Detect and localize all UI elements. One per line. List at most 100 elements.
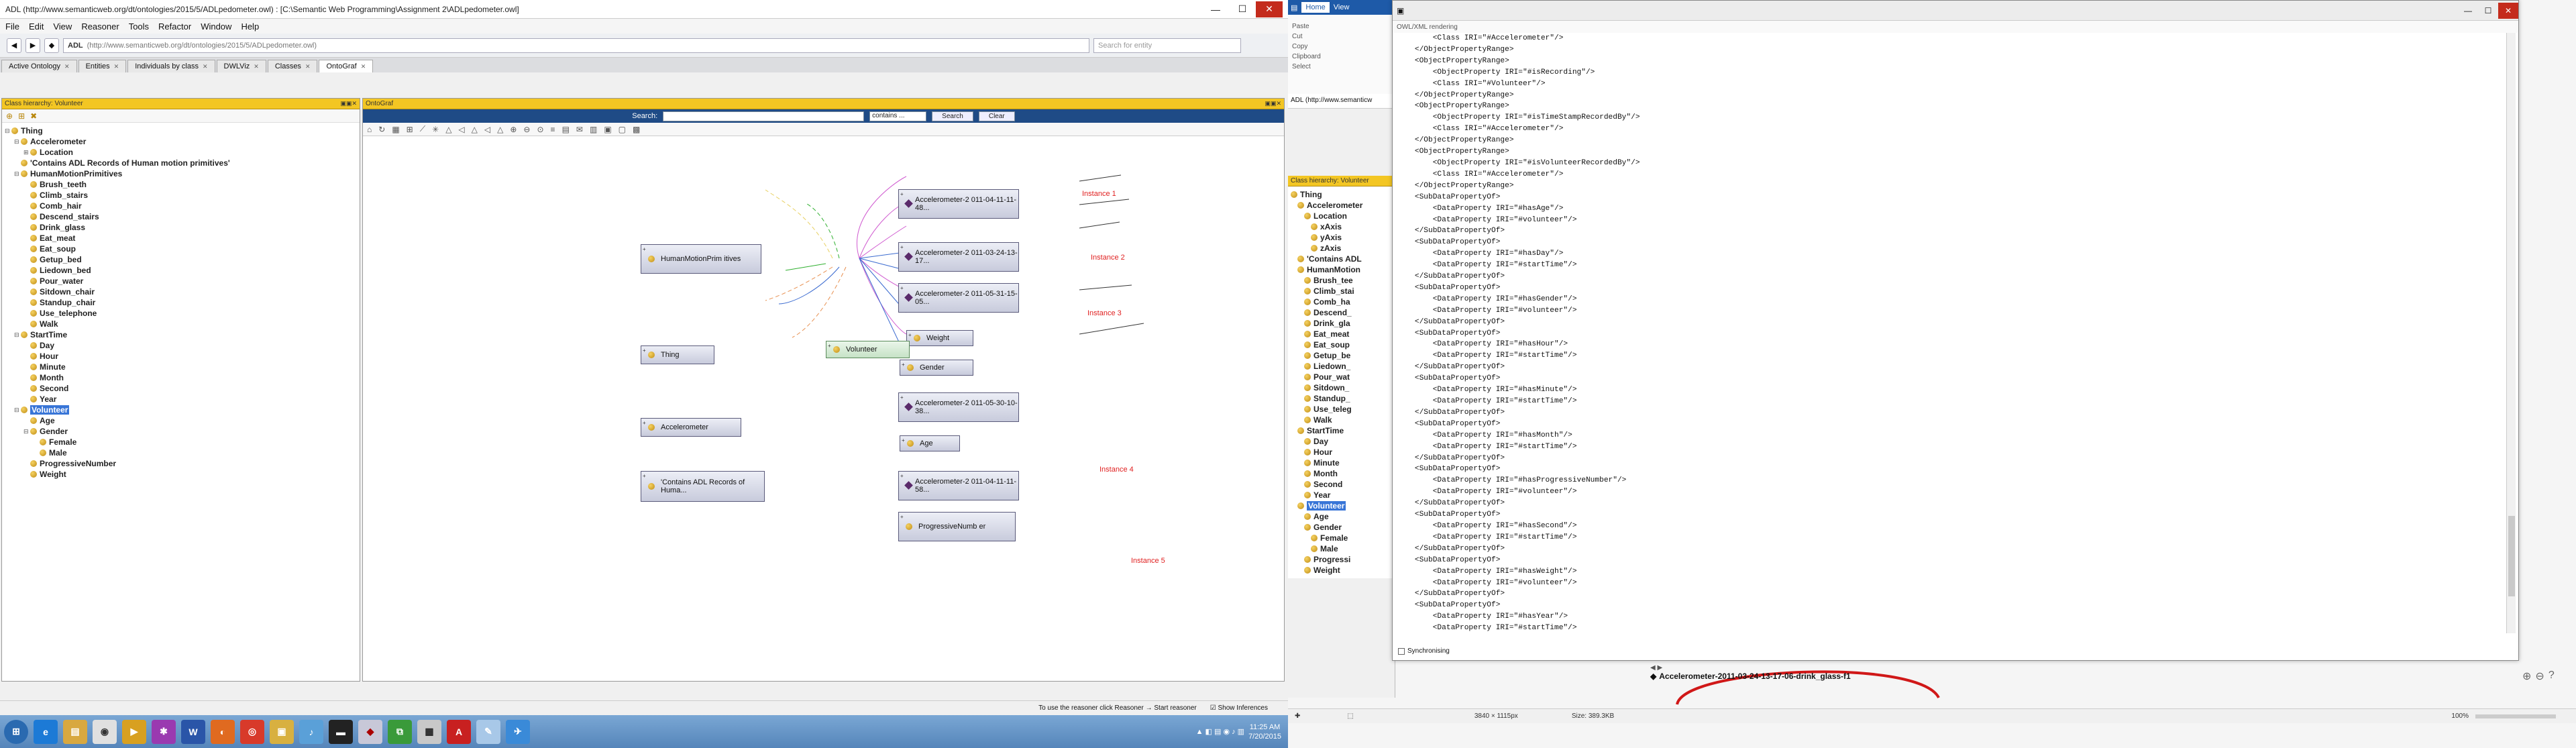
tree-node[interactable]: ⊟ Accelerometer bbox=[5, 136, 357, 147]
tree-node[interactable]: Walk bbox=[5, 319, 357, 329]
minimize-icon[interactable]: — bbox=[1202, 1, 1229, 17]
tree-node[interactable]: Eat_soup bbox=[5, 244, 357, 254]
tree-node[interactable]: 'Contains ADL Records of Human motion pr… bbox=[5, 158, 357, 168]
close-icon[interactable]: ✕ bbox=[254, 63, 259, 70]
app-icon[interactable]: ♪ bbox=[299, 719, 323, 744]
expand-icon[interactable]: + bbox=[828, 342, 831, 350]
nodes-icon[interactable]: ▥ bbox=[590, 125, 597, 134]
tree-node[interactable]: Climb_stai bbox=[1291, 286, 1392, 297]
tree-node[interactable]: Year bbox=[1291, 490, 1392, 500]
synchronising-checkbox[interactable]: Synchronising bbox=[1398, 647, 1450, 655]
expand-icon[interactable]: + bbox=[643, 246, 646, 254]
tree-node[interactable]: Progressi bbox=[1291, 554, 1392, 565]
cut-button[interactable]: Cut bbox=[1288, 32, 1395, 42]
graph-node-acc5[interactable]: + Accelerometer-2 011-04-11-11-58... bbox=[898, 470, 1019, 500]
tree-node[interactable]: Minute bbox=[1291, 458, 1392, 468]
list-item[interactable]: ◆ Accelerometer-2011-03-24-13-17-06-drink… bbox=[1650, 672, 2254, 681]
open-icon[interactable]: ▢ bbox=[619, 125, 626, 134]
app-icon[interactable]: ▶ bbox=[122, 719, 146, 744]
tree-node[interactable]: Pour_water bbox=[5, 276, 357, 286]
panel-controls-icon[interactable]: ▣▣✕ bbox=[1265, 100, 1281, 107]
menu-window[interactable]: Window bbox=[201, 21, 231, 32]
forward-icon[interactable]: ▶ bbox=[25, 38, 40, 53]
vertical-layout-icon[interactable]: △ bbox=[445, 125, 451, 134]
expand-icon[interactable]: + bbox=[900, 191, 904, 199]
menu-help[interactable]: Help bbox=[241, 21, 259, 32]
ontology-icon[interactable]: ◆ bbox=[44, 38, 59, 53]
protege-icon[interactable]: ◆ bbox=[358, 719, 382, 744]
tree-node[interactable]: Age bbox=[1291, 511, 1392, 522]
tree-node[interactable]: Thing bbox=[1291, 189, 1392, 200]
graph-node-hmp[interactable]: + HumanMotionPrim itives bbox=[641, 244, 761, 274]
expand-toggle-icon[interactable]: ⊟ bbox=[14, 331, 21, 339]
expand-toggle-icon[interactable]: ⊞ bbox=[23, 149, 30, 156]
save-icon[interactable]: ▩ bbox=[633, 125, 640, 134]
panel-controls-icon[interactable]: ▣▣✕ bbox=[340, 100, 357, 107]
clear-button[interactable]: Clear bbox=[978, 111, 1015, 121]
tree-node[interactable]: Age bbox=[5, 415, 357, 426]
tab-ontograf[interactable]: OntoGraf ✕ bbox=[319, 60, 374, 72]
layout-icon[interactable]: △ bbox=[472, 125, 478, 134]
expand-icon[interactable]: + bbox=[902, 361, 905, 369]
tab-classes[interactable]: Classes ✕ bbox=[267, 60, 318, 72]
tree-node[interactable]: Liedown_bed bbox=[5, 265, 357, 276]
tree-node[interactable]: Female bbox=[1291, 533, 1392, 543]
expand-icon[interactable]: + bbox=[643, 347, 646, 355]
word-icon[interactable]: W bbox=[181, 719, 205, 744]
ribbon-tab-home[interactable]: Home bbox=[1301, 2, 1330, 13]
close-icon[interactable]: ✕ bbox=[361, 63, 366, 70]
add-subclass-icon[interactable]: ⊕ bbox=[6, 111, 13, 121]
add-sibling-icon[interactable]: ⊞ bbox=[18, 111, 25, 121]
home-icon[interactable]: ⌂ bbox=[367, 125, 372, 134]
expand-icon[interactable]: + bbox=[900, 394, 904, 402]
tree-node[interactable]: Location bbox=[1291, 211, 1392, 221]
tree-node[interactable]: yAxis bbox=[1291, 232, 1392, 243]
tree-node[interactable]: Hour bbox=[5, 351, 357, 362]
maximize-icon[interactable]: ☐ bbox=[1229, 1, 1256, 17]
app-icon[interactable]: ⧉ bbox=[388, 719, 412, 744]
expand-icon[interactable]: + bbox=[643, 472, 646, 480]
tree-node[interactable]: Brush_teeth bbox=[5, 179, 357, 190]
menu-tools[interactable]: Tools bbox=[129, 21, 149, 32]
tree-node[interactable]: StartTime bbox=[1291, 425, 1392, 436]
tab-active-ontology[interactable]: Active Ontology ✕ bbox=[1, 60, 77, 72]
graph-node-acc1[interactable]: + Accelerometer-2 011-04-11-11-48... bbox=[898, 189, 1019, 219]
layout-icon[interactable]: ◁ bbox=[484, 125, 490, 134]
close-icon[interactable]: ✕ bbox=[114, 63, 119, 70]
menu-reasoner[interactable]: Reasoner bbox=[81, 21, 119, 32]
graph-node-acc2[interactable]: + Accelerometer-2 011-03-24-13-17... bbox=[898, 242, 1019, 272]
tree-node[interactable]: Use_telephone bbox=[5, 308, 357, 319]
tree-node[interactable]: HumanMotion bbox=[1291, 264, 1392, 275]
firefox-icon[interactable]: ◐ bbox=[211, 719, 235, 744]
app-icon[interactable]: ▦ bbox=[417, 719, 441, 744]
tree-node[interactable]: zAxis bbox=[1291, 243, 1392, 254]
tree-node[interactable]: Day bbox=[5, 340, 357, 351]
tree-node[interactable]: Weight bbox=[1291, 565, 1392, 576]
expand-icon[interactable]: + bbox=[900, 513, 904, 521]
tree-node[interactable]: Standup_chair bbox=[5, 297, 357, 308]
zoom-slider[interactable] bbox=[2475, 714, 2556, 718]
tree-node[interactable]: Getup_bed bbox=[5, 254, 357, 265]
terminal-icon[interactable]: ▬ bbox=[329, 719, 353, 744]
menu-edit[interactable]: Edit bbox=[29, 21, 44, 32]
menu-file[interactable]: File bbox=[5, 21, 19, 32]
expand-toggle-icon[interactable]: ⊟ bbox=[23, 428, 30, 435]
zoom-in-icon[interactable]: ⊕ bbox=[510, 125, 517, 134]
tree-node[interactable]: xAxis bbox=[1291, 221, 1392, 232]
menu-view[interactable]: View bbox=[53, 21, 72, 32]
expand-toggle-icon[interactable]: ⊟ bbox=[5, 127, 11, 135]
tree-node[interactable]: Accelerometer bbox=[1291, 200, 1392, 211]
tree-node[interactable]: Use_teleg bbox=[1291, 404, 1392, 415]
tree-node[interactable]: Comb_hair bbox=[5, 201, 357, 211]
tree-node[interactable]: Day bbox=[1291, 436, 1392, 447]
checkbox-icon[interactable] bbox=[1398, 647, 1405, 655]
graph-node-weight[interactable]: + Weight bbox=[906, 329, 973, 346]
chrome-icon[interactable]: ◎ bbox=[240, 719, 264, 744]
search-mode-select[interactable]: contains ... bbox=[869, 111, 927, 121]
expand-icon[interactable]: + bbox=[908, 331, 912, 339]
graph-node-age[interactable]: + Age bbox=[900, 435, 960, 452]
minimize-icon[interactable]: — bbox=[2458, 3, 2478, 19]
tree-node[interactable]: Hour bbox=[1291, 447, 1392, 458]
clock[interactable]: 11:25 AM 7/20/2015 bbox=[1248, 723, 1281, 741]
graph-node-contains[interactable]: + 'Contains ADL Records of Huma... bbox=[641, 470, 765, 502]
